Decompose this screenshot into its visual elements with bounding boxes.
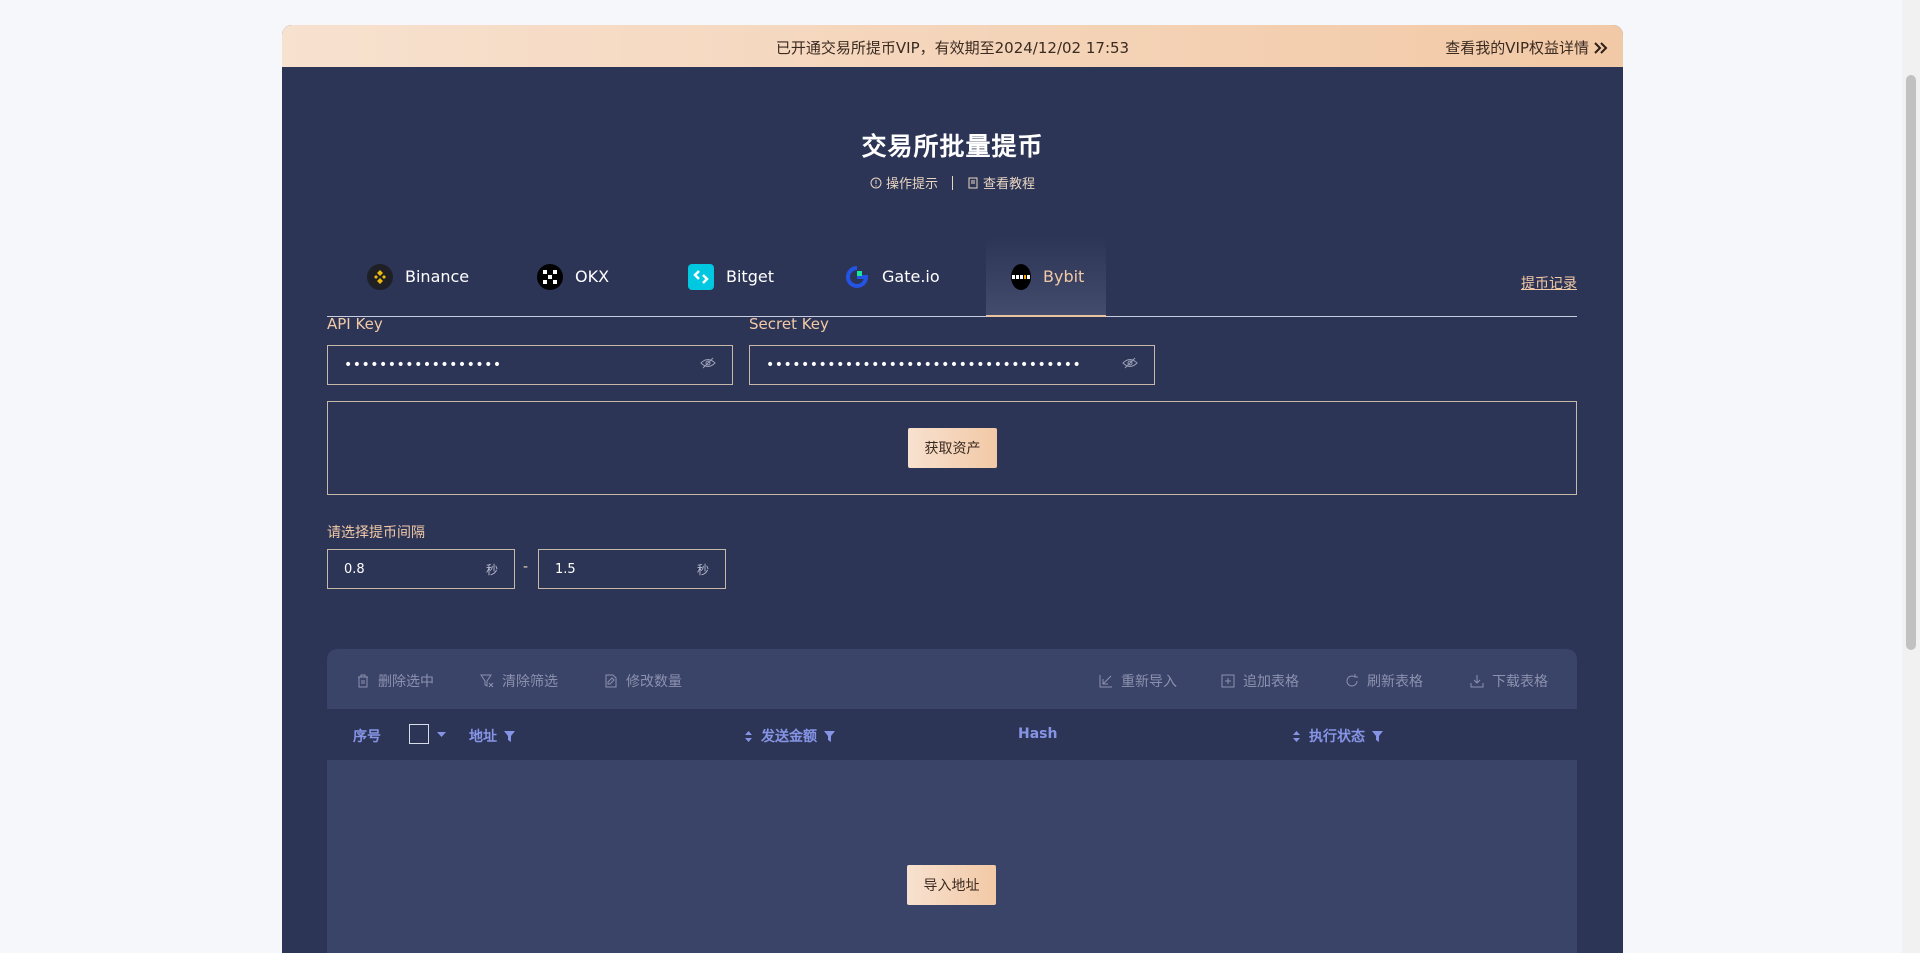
download-icon xyxy=(1470,675,1484,688)
col-status[interactable]: 执行状态 xyxy=(1290,726,1384,746)
filter-icon[interactable] xyxy=(823,730,836,743)
tool-label: 刷新表格 xyxy=(1367,674,1423,690)
append-table-button[interactable]: 追加表格 xyxy=(1220,671,1299,691)
api-key-value: •••••••••••••••••• xyxy=(344,357,502,373)
tips-link[interactable]: 操作提示 xyxy=(870,173,938,192)
address-table-card: 删除选中 清除筛选 修改数量 重新导入 追加表格 刷新表格 下载表格 序号 地址… xyxy=(327,649,1577,953)
main-panel: 已开通交易所提币VIP，有效期至2024/12/02 17:53 查看我的VIP… xyxy=(282,25,1623,953)
tutorial-label: 查看教程 xyxy=(983,177,1036,192)
tab-label: Bybit xyxy=(1043,267,1085,286)
col-amount-label: 发送金额 xyxy=(761,729,817,745)
tab-bitget[interactable]: Bitget xyxy=(663,237,799,316)
refresh-icon xyxy=(1346,674,1358,687)
clear-filter-button[interactable]: 清除筛选 xyxy=(479,671,558,691)
double-chevron-right-icon xyxy=(1594,41,1608,54)
okx-icon xyxy=(537,263,563,290)
bitget-icon xyxy=(688,263,714,290)
select-all-checkbox[interactable] xyxy=(409,724,429,744)
col-address[interactable]: 地址 xyxy=(469,726,516,746)
withdraw-records-link[interactable]: 提币记录 xyxy=(1521,273,1577,293)
tab-bybit[interactable]: Bybit xyxy=(986,237,1106,317)
vip-notice: 已开通交易所提币VIP，有效期至2024/12/02 17:53 xyxy=(775,39,1130,57)
select-all-control[interactable] xyxy=(409,724,448,744)
filter-clear-icon xyxy=(480,674,494,688)
delete-selected-button[interactable]: 删除选中 xyxy=(355,671,434,691)
vip-details-link[interactable]: 查看我的VIP权益详情 xyxy=(1445,37,1609,58)
api-key-field[interactable]: •••••••••••••••••• xyxy=(327,345,733,385)
help-links: 操作提示 查看教程 xyxy=(282,173,1623,192)
interval-unit: 秒 xyxy=(485,562,498,577)
import-icon xyxy=(1099,675,1112,688)
gateio-icon xyxy=(844,264,870,290)
tool-label: 修改数量 xyxy=(626,674,682,690)
page-scrollbar[interactable] xyxy=(1902,0,1920,953)
tab-gateio[interactable]: Gate.io xyxy=(819,237,965,316)
bybit-icon xyxy=(1011,263,1031,290)
binance-icon xyxy=(367,263,393,290)
col-address-label: 地址 xyxy=(469,729,497,745)
vip-banner: 已开通交易所提币VIP，有效期至2024/12/02 17:53 查看我的VIP… xyxy=(282,25,1623,67)
caret-down-icon[interactable] xyxy=(435,728,448,741)
divider xyxy=(952,175,953,190)
secret-key-label: Secret Key xyxy=(749,315,829,333)
table-body: 导入地址 xyxy=(327,760,1577,953)
edit-amount-button[interactable]: 修改数量 xyxy=(603,671,682,691)
secret-key-value: •••••••••••••••••••••••••••••••••••• xyxy=(766,357,1082,373)
reimport-button[interactable]: 重新导入 xyxy=(1098,671,1177,691)
tips-label: 操作提示 xyxy=(885,177,938,192)
interval-unit: 秒 xyxy=(696,562,709,577)
interval-min-input[interactable]: 0.8 秒 xyxy=(327,549,515,589)
tool-label: 追加表格 xyxy=(1243,674,1299,690)
interval-min-value: 0.8 xyxy=(344,561,365,577)
api-key-label: API Key xyxy=(327,315,383,333)
document-icon xyxy=(968,177,978,188)
tab-label: OKX xyxy=(575,267,610,286)
tab-label: Bitget xyxy=(726,267,774,286)
edit-icon xyxy=(605,674,617,688)
fetch-assets-button[interactable]: 获取资产 xyxy=(908,428,997,468)
vip-details-label: 查看我的VIP权益详情 xyxy=(1445,39,1589,57)
sort-icon[interactable] xyxy=(742,730,755,743)
exchange-tabs: Binance OKX Bitget Gate.io Bybit 提币记录 xyxy=(327,237,1577,317)
scrollbar-thumb[interactable] xyxy=(1906,75,1916,650)
eye-off-icon[interactable] xyxy=(1122,357,1138,373)
add-square-icon xyxy=(1221,674,1235,688)
table-header: 序号 地址 发送金额 Hash 执行状态 xyxy=(327,709,1577,760)
col-amount[interactable]: 发送金额 xyxy=(742,726,836,746)
secret-key-field[interactable]: •••••••••••••••••••••••••••••••••••• xyxy=(749,345,1155,385)
col-status-label: 执行状态 xyxy=(1309,729,1365,745)
sort-icon[interactable] xyxy=(1290,730,1303,743)
interval-max-input[interactable]: 1.5 秒 xyxy=(538,549,726,589)
tab-label: Binance xyxy=(405,267,470,286)
interval-label: 请选择提币间隔 xyxy=(327,525,425,541)
interval-max-value: 1.5 xyxy=(555,561,576,577)
import-address-button[interactable]: 导入地址 xyxy=(907,865,996,905)
page-title: 交易所批量提币 xyxy=(861,132,1044,161)
filter-icon[interactable] xyxy=(1371,730,1384,743)
col-index: 序号 xyxy=(353,729,381,745)
info-icon xyxy=(870,177,882,188)
interval-separator: - xyxy=(523,559,529,575)
asset-panel: 获取资产 xyxy=(327,401,1577,495)
tab-okx[interactable]: OKX xyxy=(512,237,634,316)
table-toolbar: 删除选中 清除筛选 修改数量 重新导入 追加表格 刷新表格 下载表格 xyxy=(327,649,1577,709)
eye-off-icon[interactable] xyxy=(700,357,716,373)
tool-label: 重新导入 xyxy=(1121,674,1177,690)
tool-label: 下载表格 xyxy=(1492,674,1548,690)
trash-icon xyxy=(358,674,368,688)
tutorial-link[interactable]: 查看教程 xyxy=(967,173,1035,192)
tab-label: Gate.io xyxy=(882,267,940,286)
tab-binance[interactable]: Binance xyxy=(342,237,494,316)
tool-label: 删除选中 xyxy=(378,674,434,690)
col-hash: Hash xyxy=(1018,726,1058,742)
refresh-table-button[interactable]: 刷新表格 xyxy=(1344,671,1423,691)
tool-label: 清除筛选 xyxy=(502,674,558,690)
page-header: 交易所批量提币 操作提示 查看教程 xyxy=(282,67,1623,192)
filter-icon[interactable] xyxy=(503,730,516,743)
download-table-button[interactable]: 下载表格 xyxy=(1469,671,1548,691)
